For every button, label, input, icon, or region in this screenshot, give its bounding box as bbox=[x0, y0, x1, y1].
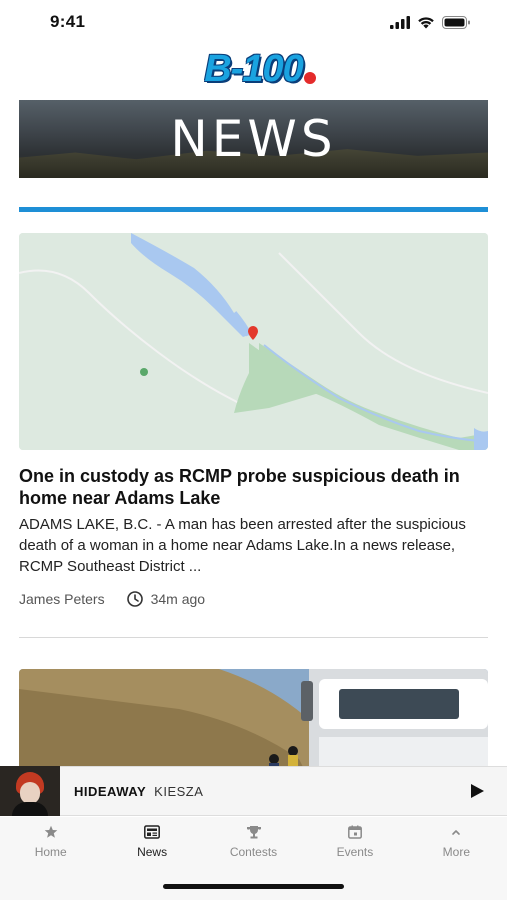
tab-news[interactable]: News bbox=[101, 817, 202, 872]
now-playing-song: HIDEAWAY bbox=[74, 783, 147, 799]
tab-events-label: Events bbox=[336, 845, 374, 859]
play-icon[interactable] bbox=[469, 783, 485, 799]
newspaper-icon bbox=[144, 825, 161, 839]
now-playing-artist: KIESZA bbox=[154, 783, 204, 799]
photo-illustration bbox=[19, 669, 488, 779]
map-illustration bbox=[19, 233, 488, 450]
calendar-icon bbox=[347, 825, 362, 839]
signal-icon bbox=[390, 15, 410, 29]
status-bar: 9:41 bbox=[0, 0, 507, 44]
tab-contests[interactable]: Contests bbox=[203, 817, 304, 872]
tab-contests-label: Contests bbox=[229, 845, 278, 859]
article-meta: James Peters 34m ago bbox=[19, 591, 488, 607]
now-playing-bar[interactable]: HIDEAWAY KIESZA bbox=[0, 766, 507, 816]
app-header: B-100 bbox=[0, 44, 507, 94]
article-time: 34m ago bbox=[126, 591, 206, 607]
status-time: 9:41 bbox=[50, 12, 86, 31]
logo-badge-icon bbox=[302, 70, 317, 85]
logo-text: B-100 bbox=[204, 47, 303, 90]
album-art bbox=[0, 766, 60, 816]
article-image-photo[interactable] bbox=[19, 669, 488, 779]
star-icon bbox=[44, 825, 58, 838]
trophy-icon bbox=[246, 826, 261, 839]
news-banner: NEWS bbox=[19, 100, 488, 178]
tab-home-label: Home bbox=[34, 845, 67, 859]
clock-icon bbox=[126, 591, 143, 607]
home-indicator[interactable] bbox=[163, 884, 344, 889]
status-icons bbox=[390, 15, 471, 29]
tab-more-label: More bbox=[442, 845, 470, 859]
article-author: James Peters bbox=[19, 591, 105, 607]
tab-home[interactable]: Home bbox=[0, 817, 101, 872]
tab-events[interactable]: Events bbox=[304, 817, 405, 872]
tab-news-label: News bbox=[137, 845, 168, 859]
article-time-ago: 34m ago bbox=[150, 591, 206, 607]
station-logo: B-100 bbox=[204, 47, 317, 91]
section-accent-bar bbox=[19, 207, 488, 212]
album-art-body bbox=[12, 802, 48, 816]
battery-icon bbox=[442, 15, 470, 29]
tab-bar: Home News Contests Events More bbox=[0, 817, 507, 872]
chevron-up-icon bbox=[452, 830, 461, 835]
wifi-icon bbox=[418, 16, 434, 28]
article-excerpt: ADAMS LAKE, B.C. - A man has been arrest… bbox=[19, 516, 466, 575]
album-art-face bbox=[20, 782, 40, 804]
tab-more[interactable]: More bbox=[406, 817, 507, 872]
article-title[interactable]: One in custody as RCMP probe suspicious … bbox=[19, 465, 488, 509]
article-image-map[interactable] bbox=[19, 233, 488, 450]
article-divider bbox=[19, 637, 488, 638]
news-feed[interactable]: NEWS One in custody as RCMP probe suspic… bbox=[19, 100, 488, 779]
banner-title: NEWS bbox=[170, 110, 337, 168]
